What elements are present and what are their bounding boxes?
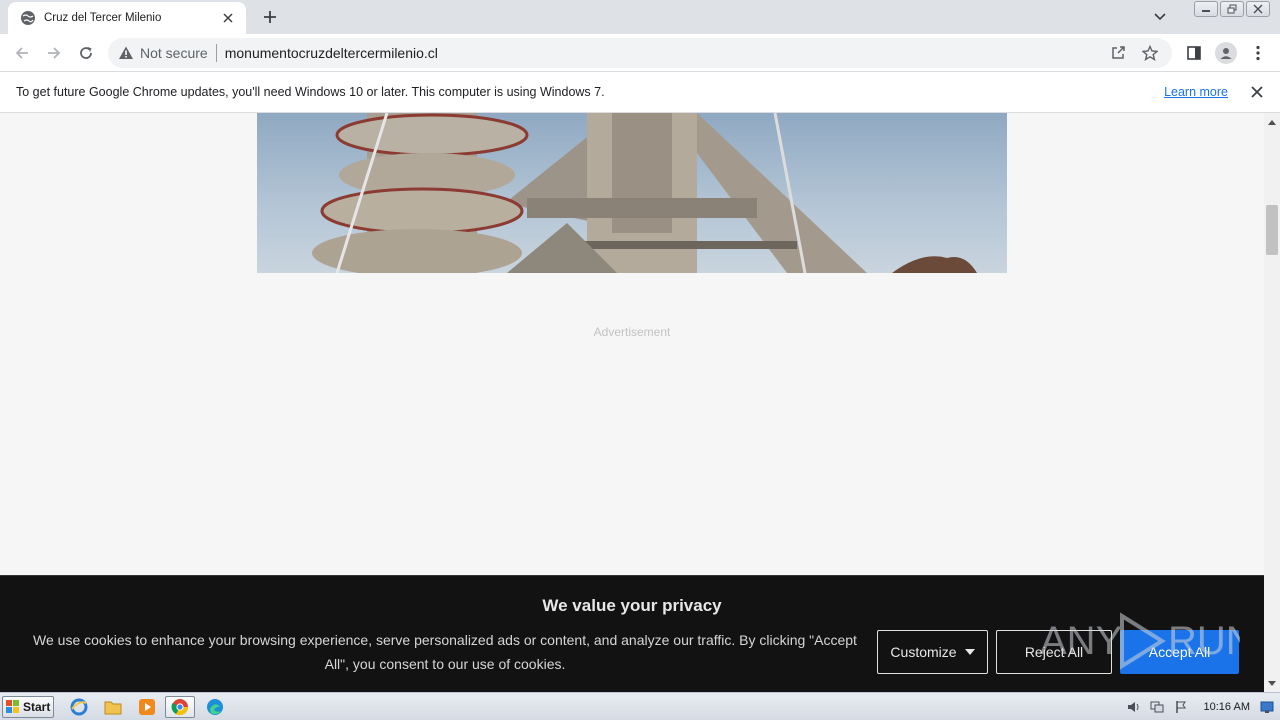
- advertisement-label: Advertisement: [593, 325, 671, 339]
- learn-more-link[interactable]: Learn more: [1164, 85, 1228, 99]
- menu-dots-icon[interactable]: [1246, 41, 1270, 65]
- address-bar[interactable]: Not secure monumentocruzdeltercermilenio…: [108, 38, 1172, 68]
- restore-icon[interactable]: [1220, 1, 1244, 17]
- svg-text:RUN: RUN: [1168, 619, 1240, 663]
- customize-label: Customize: [890, 644, 957, 660]
- minimize-icon[interactable]: [1194, 1, 1218, 17]
- anyrun-watermark: ANY RUN: [1040, 608, 1240, 674]
- share-icon[interactable]: [1108, 43, 1128, 63]
- warning-icon: [119, 46, 133, 59]
- tab-strip: Cruz del Tercer Milenio: [0, 0, 1280, 34]
- tab-search-chevron-icon[interactable]: [1150, 8, 1170, 26]
- anyrun-logo: ANY RUN: [1040, 612, 1240, 670]
- bookmark-star-icon[interactable]: [1140, 43, 1160, 63]
- chrome-icon[interactable]: [165, 696, 195, 718]
- scrollbar-thumb[interactable]: [1266, 205, 1278, 255]
- cookie-text: We use cookies to enhance your browsing …: [33, 632, 857, 672]
- windows-flag-icon: [6, 700, 19, 713]
- address-separator: [215, 44, 217, 62]
- window-controls: [1194, 1, 1270, 17]
- not-secure-label[interactable]: Not secure: [140, 45, 208, 61]
- profile-avatar[interactable]: [1214, 41, 1238, 65]
- globe-icon: [21, 11, 35, 25]
- back-arrow-icon[interactable]: [10, 41, 34, 65]
- system-tray: 10:16 AM: [1118, 693, 1280, 720]
- svg-text:ANY: ANY: [1040, 619, 1122, 663]
- close-tab-icon[interactable]: [220, 10, 236, 26]
- browser-tab[interactable]: Cruz del Tercer Milenio: [8, 2, 246, 34]
- monument-illustration: [312, 113, 977, 273]
- side-panel-icon[interactable]: [1182, 41, 1206, 65]
- taskbar-clock[interactable]: 10:16 AM: [1204, 701, 1250, 713]
- action-center-flag-icon[interactable]: [1172, 698, 1190, 716]
- monument-hero-image: [257, 113, 1007, 273]
- tab-title: Cruz del Tercer Milenio: [44, 12, 162, 24]
- browser-toolbar: Not secure monumentocruzdeltercermilenio…: [0, 34, 1280, 72]
- scroll-up-icon[interactable]: [1264, 115, 1280, 129]
- show-desktop-icon[interactable]: [1260, 700, 1274, 714]
- volume-icon[interactable]: [1124, 698, 1142, 716]
- edge-icon[interactable]: [204, 696, 226, 718]
- caret-down-icon: [964, 649, 975, 655]
- windows-taskbar: Start 10:16 AM: [0, 692, 1280, 720]
- update-infobar: To get future Google Chrome updates, you…: [0, 72, 1280, 113]
- start-label: Start: [23, 700, 51, 714]
- url-text[interactable]: monumentocruzdeltercermilenio.cl: [225, 45, 1108, 61]
- start-button[interactable]: Start: [2, 696, 54, 718]
- person-icon: [1215, 42, 1237, 64]
- network-icon[interactable]: [1148, 698, 1166, 716]
- page-scrollbar[interactable]: [1264, 113, 1280, 692]
- close-infobar-icon[interactable]: [1248, 83, 1266, 101]
- customize-button[interactable]: Customize: [877, 630, 988, 674]
- internet-explorer-icon[interactable]: [68, 696, 90, 718]
- infobar-message: To get future Google Chrome updates, you…: [16, 85, 605, 99]
- scroll-down-icon[interactable]: [1264, 676, 1280, 690]
- close-window-icon[interactable]: [1246, 1, 1270, 17]
- reload-icon[interactable]: [74, 41, 98, 65]
- media-player-icon[interactable]: [136, 696, 158, 718]
- forward-arrow-icon[interactable]: [42, 41, 66, 65]
- folder-icon[interactable]: [102, 696, 124, 718]
- new-tab-button[interactable]: [258, 6, 282, 28]
